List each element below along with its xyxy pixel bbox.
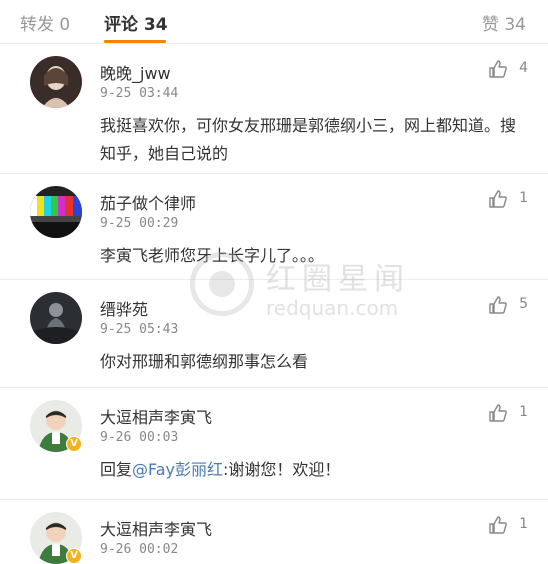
comment-list: 晚晚_jww 9-25 03:44 我挺喜欢你，可你女友邢珊是郭德纲小三，网上都… xyxy=(0,44,548,564)
avatar[interactable] xyxy=(30,56,82,108)
comment-author[interactable]: 晚晚_jww xyxy=(100,60,171,84)
comment-text: 我挺喜欢你，可你女友邢珊是郭德纲小三，网上都知道。搜知乎，她自己说的 xyxy=(100,116,517,163)
like-count: 4 xyxy=(519,60,528,76)
comment-time: 9-25 03:44 xyxy=(100,86,179,101)
comment-time: 9-25 00:29 xyxy=(100,216,179,231)
comment-author[interactable]: 茄子做个律师 xyxy=(100,190,196,214)
comment-item: 茄子做个律师 9-25 00:29 李寅飞老师您牙上长字儿了。。。 1 xyxy=(0,174,548,280)
comment-author[interactable]: 缙骅苑 xyxy=(100,296,148,320)
tab-likes[interactable]: 赞 34 xyxy=(482,10,526,35)
like-count: 5 xyxy=(519,296,528,312)
reply-text: :谢谢您！欢迎！ xyxy=(223,460,341,479)
comment-time: 9-25 05:43 xyxy=(100,322,179,337)
thumbs-up-icon[interactable] xyxy=(488,59,508,79)
avatar[interactable] xyxy=(30,186,82,238)
tab-comments[interactable]: 评论 34 xyxy=(104,10,168,35)
active-tab-indicator xyxy=(104,40,166,43)
thumbs-up-icon[interactable] xyxy=(488,295,508,315)
tab-repost[interactable]: 转发 0 xyxy=(20,10,70,35)
comment-text: 你对邢珊和郭德纲那事怎么看 xyxy=(100,352,309,371)
comment-time: 9-26 00:02 xyxy=(100,542,179,557)
avatar[interactable] xyxy=(30,292,82,344)
comment-tabs: 转发 0 评论 34 赞 34 xyxy=(0,0,548,44)
comment-text: 李寅飞老师您牙上长字儿了。。。 xyxy=(100,246,325,265)
comment-author[interactable]: 大逗相声李寅飞 xyxy=(100,516,212,540)
verified-badge-icon: V xyxy=(66,548,82,564)
comment-item: V 大逗相声李寅飞 9-26 00:02 1 xyxy=(0,500,548,564)
thumbs-up-icon[interactable] xyxy=(488,189,508,209)
comment-item: 缙骅苑 9-25 05:43 你对邢珊和郭德纲那事怎么看 5 xyxy=(0,280,548,388)
thumbs-up-icon[interactable] xyxy=(488,403,508,423)
like-count: 1 xyxy=(519,516,528,532)
like-count: 1 xyxy=(519,190,528,206)
comment-text: 回复@Fay彭丽红:谢谢您！欢迎！ xyxy=(100,456,518,484)
verified-badge-icon: V xyxy=(66,436,82,452)
thumbs-up-icon[interactable] xyxy=(488,515,508,535)
reply-prefix: 回复 xyxy=(100,460,133,479)
comment-time: 9-26 00:03 xyxy=(100,430,179,445)
like-count: 1 xyxy=(519,404,528,420)
mention-link[interactable]: @Fay彭丽红 xyxy=(132,460,223,479)
comment-item: V 大逗相声李寅飞 9-26 00:03 回复@Fay彭丽红:谢谢您！欢迎！ 1 xyxy=(0,388,548,500)
comment-item: 晚晚_jww 9-25 03:44 我挺喜欢你，可你女友邢珊是郭德纲小三，网上都… xyxy=(0,44,548,174)
comment-author[interactable]: 大逗相声李寅飞 xyxy=(100,404,212,428)
